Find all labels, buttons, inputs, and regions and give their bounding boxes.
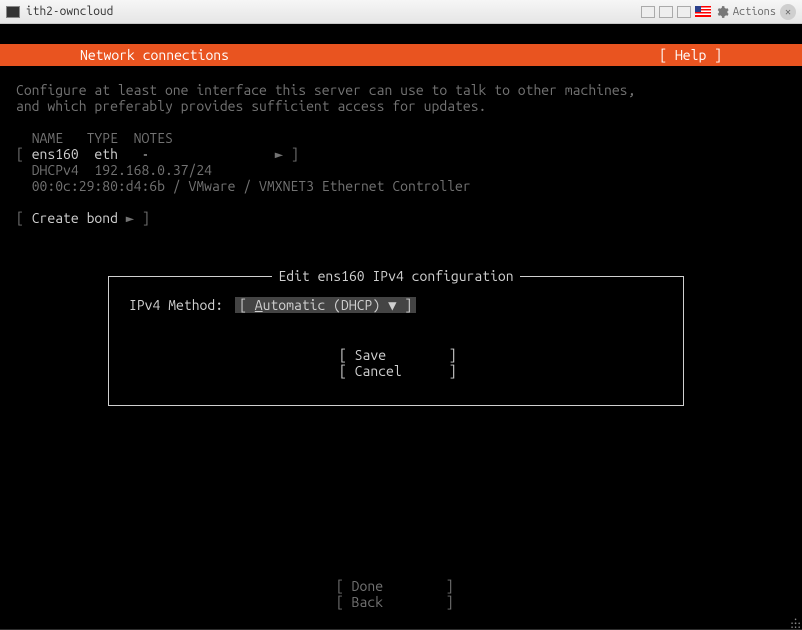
col-type: TYPE xyxy=(87,130,118,146)
screen-body: Configure at least one interface this se… xyxy=(16,82,786,226)
iface-row-close: ] xyxy=(283,146,299,162)
close-icon[interactable]: ✕ xyxy=(780,4,796,20)
ipv4-method-select[interactable]: [ Automatic (DHCP) ▼ ] xyxy=(235,297,416,313)
iface-notes: - xyxy=(141,146,149,162)
iface-mac: 00:0c:29:80:d4:6b / VMware / VMXNET3 Eth… xyxy=(32,178,471,194)
iface-address: 192.168.0.37/24 xyxy=(94,162,212,178)
cancel-button[interactable]: [ Cancel ] xyxy=(339,363,457,379)
window-control-icon[interactable] xyxy=(641,6,655,18)
iface-dhcp-label: DHCPv4 xyxy=(32,162,79,178)
ipv4-method-label: IPv4 Method: xyxy=(129,297,223,313)
chevron-right-icon[interactable]: ► xyxy=(126,210,134,226)
chevron-right-icon[interactable]: ► xyxy=(275,146,283,162)
col-name: NAME xyxy=(32,130,63,146)
window-control-icon[interactable] xyxy=(659,6,673,18)
flag-us-icon xyxy=(695,6,711,17)
dialog-title: Edit ens160 IPv4 configuration xyxy=(272,268,519,284)
intro-line1: Configure at least one interface this se… xyxy=(16,82,635,98)
help-button[interactable]: [ Help ] xyxy=(659,47,722,63)
done-button[interactable]: [ Done ] xyxy=(336,578,454,594)
terminal-screen: Network connections [ Help ] Configure a… xyxy=(0,24,802,629)
footer-button-group: [ Done ] [ Back ] xyxy=(336,578,454,610)
gear-icon[interactable] xyxy=(715,5,729,19)
create-bond-open[interactable]: [ xyxy=(16,210,32,226)
resize-grip-icon[interactable]: .:.:: xyxy=(789,619,800,627)
screen-title: Network connections xyxy=(80,47,229,63)
screen-header: Network connections [ Help ] xyxy=(0,44,802,66)
back-button[interactable]: [ Back ] xyxy=(336,594,454,610)
window-app-icon xyxy=(6,6,20,18)
col-notes: NOTES xyxy=(134,130,173,146)
ipv4-config-dialog: Edit ens160 IPv4 configuration IPv4 Meth… xyxy=(108,276,684,406)
iface-row-open[interactable]: [ xyxy=(16,146,32,162)
iface-type: eth xyxy=(94,146,118,162)
window-title: ith2-owncloud xyxy=(26,5,641,18)
window-control-icon[interactable] xyxy=(677,6,691,18)
create-bond-close: ] xyxy=(134,210,150,226)
window-titlebar: ith2-owncloud Actions ✕ xyxy=(0,0,802,24)
chevron-down-icon: ▼ xyxy=(380,297,396,313)
create-bond-button[interactable]: Create bond xyxy=(32,210,118,226)
intro-line2: and which preferably provides sufficient… xyxy=(16,98,486,114)
iface-name[interactable]: ens160 xyxy=(32,146,79,162)
save-button[interactable]: [ Save ] xyxy=(339,347,457,363)
dialog-button-group: [ Save ] [ Cancel ] xyxy=(339,347,457,379)
actions-menu[interactable]: Actions xyxy=(733,6,776,18)
